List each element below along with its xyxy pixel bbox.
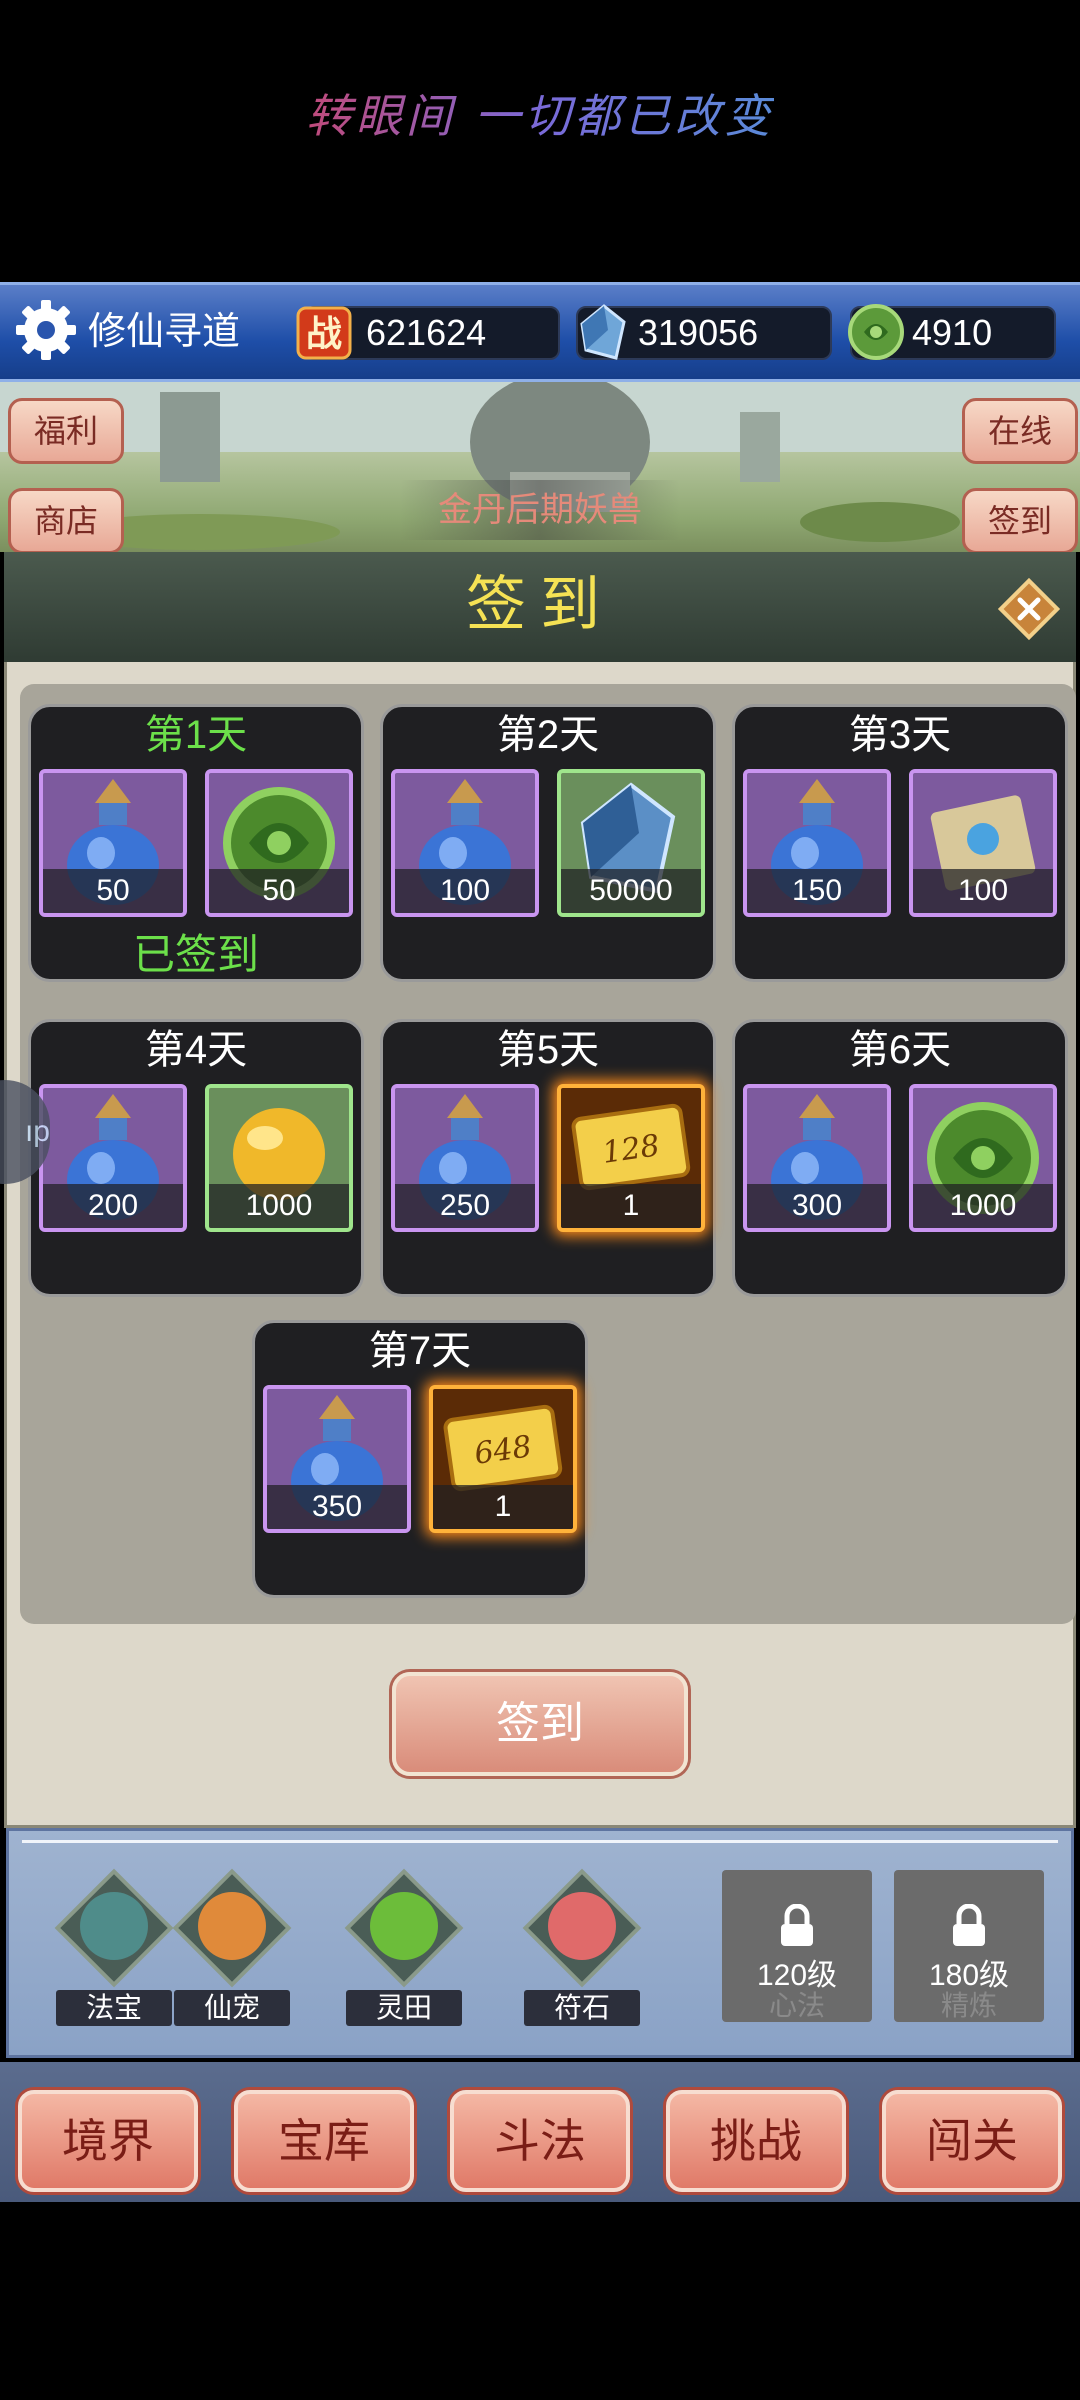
reward-count: 100 — [395, 869, 535, 913]
pet-cat-icon — [172, 1868, 292, 1988]
welfare-button[interactable]: 福利 — [8, 398, 124, 464]
reward-item[interactable]: 100 — [391, 769, 539, 917]
field-plant-icon — [344, 1868, 464, 1988]
reward-count: 350 — [267, 1485, 407, 1529]
reward-count: 50 — [43, 869, 183, 913]
reward-item[interactable]: 648 1 — [429, 1385, 577, 1533]
day-label: 第6天 — [848, 1028, 952, 1072]
online-button[interactable]: 在线 — [962, 398, 1078, 464]
jade-coin-icon — [848, 304, 904, 360]
feature-label: 符石 — [524, 1990, 640, 2026]
reward-count: 200 — [43, 1184, 183, 1228]
reward-item[interactable]: 1000 — [205, 1084, 353, 1232]
reward-count: 250 — [395, 1184, 535, 1228]
app-name: 修仙寻道 — [88, 311, 241, 353]
feature-label: 法宝 — [56, 1990, 172, 2026]
nav-button-5[interactable]: 闯关 — [882, 2090, 1062, 2192]
day-card-6[interactable]: 第6天 300 1000 — [732, 1019, 1068, 1297]
reward-item[interactable]: 150 — [743, 769, 891, 917]
reward-item[interactable]: 350 — [263, 1385, 411, 1533]
reward-count: 1 — [433, 1485, 573, 1529]
rune-stone-icon — [522, 1868, 642, 1988]
feature-pet-cat[interactable]: 仙宠 — [162, 1868, 302, 2028]
feature-divider — [22, 1840, 1058, 1843]
day-label: 第3天 — [848, 713, 952, 757]
reward-item[interactable]: 200 — [39, 1084, 187, 1232]
day-card-3[interactable]: 第3天 150 100 — [732, 704, 1068, 982]
day-label: 第5天 — [496, 1028, 600, 1072]
signed-status: 已签到 — [132, 931, 259, 978]
shop-button[interactable]: 商店 — [8, 488, 124, 554]
reward-count: 150 — [747, 869, 887, 913]
reward-item[interactable]: 300 — [743, 1084, 891, 1232]
feature-field-plant[interactable]: 灵田 — [334, 1868, 474, 2028]
signin-button[interactable]: 签到 — [392, 1672, 688, 1776]
day-label: 第2天 — [496, 713, 600, 757]
locked-feature[interactable]: 120级 心法 — [722, 1870, 872, 2022]
battle-power-icon: 战 — [296, 306, 352, 360]
close-icon[interactable] — [996, 576, 1062, 642]
reward-count: 1000 — [209, 1184, 349, 1228]
reward-count: 300 — [747, 1184, 887, 1228]
day-card-4[interactable]: 第4天 200 1000 — [28, 1019, 364, 1297]
day-card-7[interactable]: 第7天 350 648 1 — [252, 1320, 588, 1598]
banner-text: 转眼间 一切都已改变 — [305, 89, 775, 143]
nav-button-1[interactable]: 境界 — [18, 2090, 198, 2192]
feature-rune-stone[interactable]: 符石 — [512, 1868, 652, 2028]
stage-label: 金丹后期妖兽 — [400, 480, 680, 540]
crystal-icon — [580, 304, 626, 360]
reward-item[interactable]: 100 — [909, 769, 1057, 917]
feature-label: 仙宠 — [174, 1990, 290, 2026]
reward-item[interactable]: 250 — [391, 1084, 539, 1232]
locked-feature-label: 精炼 — [940, 1990, 997, 2021]
signin-shortcut-button[interactable]: 签到 — [962, 488, 1078, 554]
day-label: 第4天 — [144, 1028, 248, 1072]
day-label: 第7天 — [368, 1329, 472, 1373]
reward-item[interactable]: 50000 — [557, 769, 705, 917]
day-card-1[interactable]: 第1天 50 50 已签到 — [28, 704, 364, 982]
reward-count: 50000 — [561, 869, 701, 913]
lock-icon — [953, 1904, 985, 1946]
reward-count: 50 — [209, 869, 349, 913]
locked-feature[interactable]: 180级 精炼 — [894, 1870, 1044, 2022]
reward-item[interactable]: 50 — [205, 769, 353, 917]
svg-text:战: 战 — [306, 313, 342, 355]
nav-button-4[interactable]: 挑战 — [666, 2090, 846, 2192]
reward-count: 100 — [913, 869, 1053, 913]
nav-button-2[interactable]: 宝库 — [234, 2090, 414, 2192]
reward-item[interactable]: 128 1 — [557, 1084, 705, 1232]
gear-icon[interactable] — [12, 296, 80, 364]
nav-button-3[interactable]: 斗法 — [450, 2090, 630, 2192]
panel-title: 签到 — [466, 571, 614, 638]
lock-icon — [781, 1904, 813, 1946]
day-card-5[interactable]: 第5天 250 128 1 — [380, 1019, 716, 1297]
reward-count: 1000 — [913, 1184, 1053, 1228]
locked-feature-label: 心法 — [768, 1990, 825, 2021]
reward-count: 1 — [561, 1184, 701, 1228]
reward-item[interactable]: 50 — [39, 769, 187, 917]
day-label: 第1天 — [144, 713, 248, 757]
side-tab[interactable]: ıp — [0, 1080, 50, 1184]
reward-item[interactable]: 1000 — [909, 1084, 1057, 1232]
day-card-2[interactable]: 第2天 100 50000 — [380, 704, 716, 982]
feature-label: 灵田 — [346, 1990, 462, 2026]
